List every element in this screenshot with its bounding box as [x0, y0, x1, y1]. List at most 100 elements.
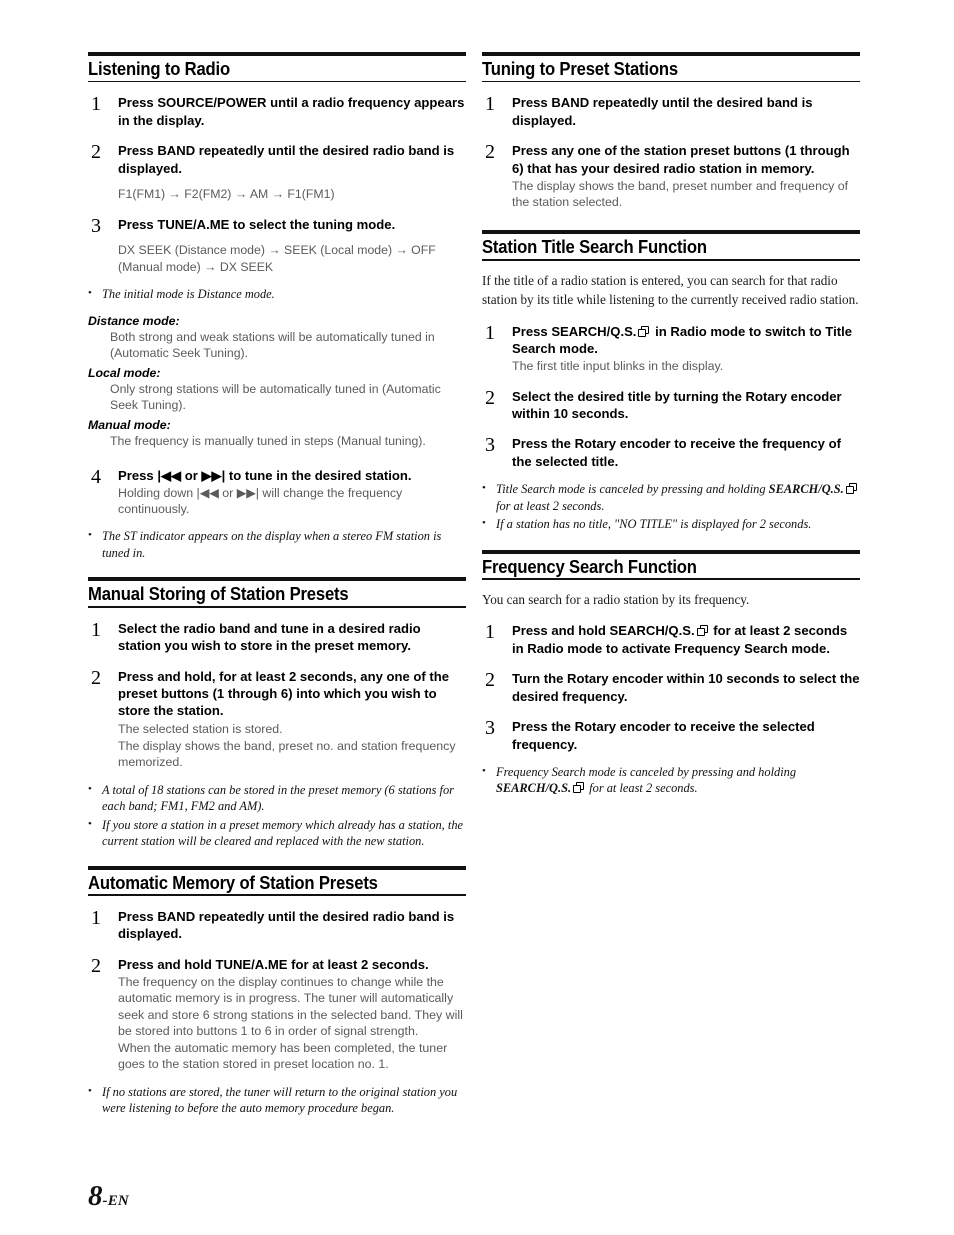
- step-body: Press BAND repeatedly until the desired …: [118, 142, 466, 202]
- step-lead-pre: Press the: [512, 719, 575, 735]
- step-number: 2: [485, 669, 495, 692]
- step-item: 1 Press SEARCH/Q.S. in Radio mode to swi…: [482, 321, 860, 375]
- step-item: 2 Turn the Rotary encoder within 10 seco…: [482, 670, 860, 705]
- step-lead-post: within 10 seconds.: [512, 406, 629, 422]
- step-item: 2 Press BAND repeatedly until the desire…: [88, 142, 466, 202]
- step-lead: Press |◀◀ or ▶▶| to tune in the desired …: [118, 467, 412, 483]
- bullet-icon: •: [88, 817, 92, 830]
- notes-list: • If no stations are stored, the tuner w…: [88, 1084, 466, 1117]
- control-name: BAND: [157, 143, 196, 159]
- control-name: SEARCH/Q.S.: [496, 781, 572, 796]
- step-body: Press and hold, for at least 2 seconds, …: [118, 668, 466, 771]
- step-lead-pre: Select the desired title by turning the: [512, 388, 746, 404]
- section-heading: Frequency Search Function: [482, 555, 697, 577]
- step-lead: Turn the Rotary encoder within 10 second…: [512, 670, 860, 705]
- step-body: Press SEARCH/Q.S. in Radio mode to switc…: [512, 323, 860, 375]
- heading-rule-bottom: [88, 80, 466, 83]
- step-lead-pre: Press and hold, for at least 2 seconds, …: [118, 668, 450, 684]
- step-item: 2 Press and hold, for at least 2 seconds…: [88, 666, 466, 771]
- stacked-pages-icon: [638, 325, 650, 337]
- heading-rule-bottom: [88, 894, 466, 896]
- mode-title: Manual mode:: [88, 417, 171, 432]
- step-number: 2: [91, 666, 101, 689]
- left-column: Listening to Radio 1 Press SOURCE/POWER …: [88, 52, 466, 1117]
- step-sub: The frequency on the display continues t…: [118, 975, 463, 1038]
- note-text: Title Search mode is canceled by pressin…: [496, 481, 860, 514]
- bullet-icon: •: [482, 764, 486, 777]
- right-column: Tuning to Preset Stations 1 Press BAND r…: [482, 52, 860, 1117]
- step-body: Press BAND repeatedly until the desired …: [512, 94, 860, 129]
- step-number: 4: [91, 465, 101, 488]
- stacked-pages-icon: [573, 782, 585, 794]
- step-item: 3 Press TUNE/A.ME to select the tuning m…: [88, 215, 466, 276]
- control-name: preset buttons (1 through 6): [118, 685, 293, 701]
- step-lead: Press SOURCE/POWER until a radio frequen…: [118, 94, 466, 129]
- heading-rule-bottom: [482, 578, 860, 581]
- step-body: Press and hold SEARCH/Q.S. for at least …: [512, 622, 860, 657]
- step-lead: Press TUNE/A.ME to select the tuning mod…: [118, 216, 466, 233]
- control-name: SOURCE/POWER: [157, 95, 267, 111]
- step-lead-post: for at least 2 seconds.: [287, 956, 429, 972]
- step-sub: Holding down |◀◀ or ▶▶| will change the …: [118, 485, 403, 517]
- section-manual-storing: Manual Storing of Station Presets: [88, 577, 466, 608]
- step-number: 1: [91, 93, 101, 116]
- bullet-icon: •: [88, 529, 92, 542]
- bullet-icon: •: [482, 482, 486, 495]
- stacked-pages-icon: [845, 483, 857, 495]
- control-name: Rotary encoder: [574, 436, 671, 452]
- step-lead: Press any one of the station preset butt…: [512, 142, 860, 177]
- section-heading: Tuning to Preset Stations: [482, 58, 678, 79]
- step-lead-pre: Press the: [512, 436, 575, 452]
- step-lead: Select the radio band and tune in a desi…: [118, 620, 421, 654]
- step-body: Press and hold TUNE/A.ME for at least 2 …: [118, 956, 466, 1073]
- step-lead-pre: Press: [512, 95, 552, 111]
- step-item: 1 Press and hold SEARCH/Q.S. for at leas…: [482, 622, 860, 657]
- step-lead-pre: Press and hold: [118, 956, 216, 972]
- step-body: Select the radio band and tune in a desi…: [118, 620, 466, 655]
- page-folio: 8-EN: [88, 1180, 129, 1213]
- notes-list: • A total of 18 stations can be stored i…: [88, 782, 466, 850]
- step-lead: Select the desired title by turning the …: [512, 388, 860, 423]
- step-lead: Press SEARCH/Q.S. in Radio mode to switc…: [512, 323, 860, 358]
- step-lead: Press the Rotary encoder to receive the …: [512, 435, 860, 470]
- step-number: 2: [485, 386, 495, 409]
- section-heading: Listening to Radio: [88, 58, 230, 79]
- step-sub: The first title input blinks in the disp…: [512, 359, 724, 374]
- step-number: 2: [91, 954, 101, 977]
- step-number: 1: [91, 906, 101, 929]
- section-frequency-search: Frequency Search Function: [482, 549, 860, 581]
- page-suffix: -EN: [102, 1193, 129, 1209]
- step-lead-pre: Press: [512, 323, 552, 339]
- step-number: 2: [485, 141, 495, 164]
- step-lead: Press and hold, for at least 2 seconds, …: [118, 668, 466, 720]
- step-number: 1: [485, 321, 495, 344]
- step-lead: Press BAND repeatedly until the desired …: [512, 94, 860, 129]
- step-lead-pre: Press and hold: [512, 623, 610, 639]
- tuning-mode-sequence: DX SEEK (Distance mode) → SEEK (Local mo…: [118, 242, 436, 274]
- step-lead-pre: Press any one of the station: [512, 143, 691, 159]
- control-name: BAND: [551, 95, 590, 111]
- bullet-icon: •: [482, 517, 486, 530]
- note-item: • If no stations are stored, the tuner w…: [88, 1084, 466, 1117]
- control-name: Rotary encoder: [567, 671, 664, 687]
- step-sub: The selected station is stored.: [118, 721, 283, 736]
- step-item: 4 Press |◀◀ or ▶▶| to tune in the desire…: [88, 465, 466, 518]
- step-number: 3: [485, 717, 495, 740]
- step-lead: Press and hold TUNE/A.ME for at least 2 …: [118, 956, 466, 973]
- section-intro: You can search for a radio station by it…: [482, 592, 750, 608]
- step-item: 2 Select the desired title by turning th…: [482, 386, 860, 423]
- mode-description: The frequency is manually tuned in steps…: [110, 434, 426, 449]
- step-lead-pre: Press: [118, 216, 158, 232]
- bullet-icon: •: [88, 782, 92, 795]
- control-name: BAND: [157, 908, 196, 924]
- note-text-post: for at least 2 seconds.: [496, 498, 605, 513]
- note-text: The initial mode is Distance mode.: [102, 287, 275, 302]
- step-body: Press |◀◀ or ▶▶| to tune in the desired …: [118, 467, 466, 518]
- step-item: 1 Select the radio band and tune in a de…: [88, 620, 466, 655]
- band-sequence: F1(FM1) → F2(FM2) → AM → F1(FM1): [118, 186, 335, 201]
- page-number: 8: [88, 1180, 103, 1212]
- step-item: 1 Press BAND repeatedly until the desire…: [482, 94, 860, 129]
- bullet-icon: •: [88, 1084, 92, 1097]
- step-number: 1: [91, 618, 101, 641]
- tuning-modes-list: Distance mode: Both strong and weak stat…: [88, 313, 466, 450]
